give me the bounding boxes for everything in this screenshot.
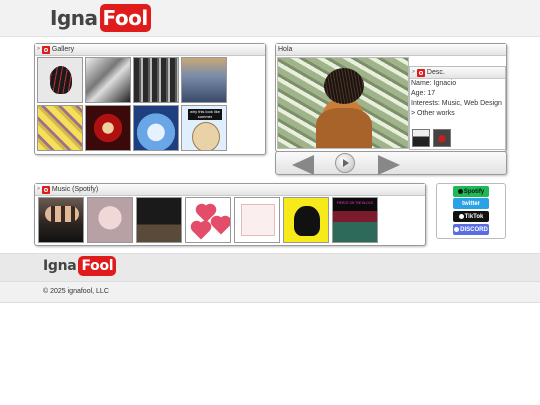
desc-icon bbox=[416, 68, 425, 77]
music-title: Music (Spotify) bbox=[51, 186, 99, 193]
album-cover-2[interactable] bbox=[87, 197, 133, 243]
profile-panel: Hola > Desc. Name: Ignacio Age: 17 Inter… bbox=[275, 43, 507, 152]
gallery-thumb-5[interactable] bbox=[37, 105, 83, 151]
top-header: Igna Fool bbox=[0, 0, 540, 37]
gallery-icon bbox=[41, 45, 50, 54]
collapse-toggle-icon[interactable]: > bbox=[412, 67, 415, 78]
desc-box: > Desc. Name: Ignacio Age: 17 Interests:… bbox=[409, 66, 506, 150]
album-cover-1[interactable] bbox=[38, 197, 84, 243]
tiktok-button[interactable]: TikTok bbox=[453, 211, 489, 222]
footer-logo-text-fool: Fool bbox=[78, 256, 117, 276]
tiktok-label: TikTok bbox=[464, 213, 484, 220]
other-work-thumb-1[interactable] bbox=[412, 129, 430, 147]
album-card-art bbox=[241, 204, 275, 236]
prev-arrow-icon[interactable] bbox=[292, 155, 314, 175]
gallery-panel: > Gallery why this look like summer bbox=[34, 43, 266, 155]
spotify-icon bbox=[457, 189, 463, 194]
gallery-title: Gallery bbox=[51, 46, 75, 53]
gallery-thumb-4[interactable] bbox=[181, 57, 227, 103]
other-work-thumb-2[interactable] bbox=[433, 129, 451, 147]
twitter-label: twitter bbox=[462, 200, 480, 207]
profile-title: Hola bbox=[278, 46, 293, 53]
gallery-header: > Gallery bbox=[35, 44, 265, 56]
thumb-caption: why this look like summer bbox=[188, 109, 222, 120]
album-cover-4[interactable] bbox=[185, 197, 231, 243]
spotify-button[interactable]: Spotify bbox=[453, 186, 489, 197]
site-logo[interactable]: Igna Fool bbox=[50, 4, 151, 32]
discord-button[interactable]: DISCORD bbox=[453, 224, 489, 235]
footer-logo-text-igna: Igna bbox=[43, 258, 77, 274]
heart-icon bbox=[192, 222, 210, 240]
copyright-text: © 2025 ignafool, LLC bbox=[43, 288, 109, 295]
profile-photo bbox=[277, 57, 409, 149]
profile-age: Age: 17 bbox=[411, 90, 436, 97]
profile-interests: Interests: Music, Web Design bbox=[411, 100, 502, 107]
logo-text-fool: Fool bbox=[99, 4, 151, 32]
gallery-grid: why this look like summer bbox=[37, 57, 227, 151]
gallery-thumb-7[interactable] bbox=[133, 105, 179, 151]
album-row: PIERCE ON THE BLOCK bbox=[38, 197, 378, 243]
album-cover-3[interactable] bbox=[136, 197, 182, 243]
social-links-panel: Spotify twitter TikTok DISCORD bbox=[436, 183, 506, 239]
music-header: > Music (Spotify) bbox=[35, 184, 425, 196]
album-cover-7[interactable]: PIERCE ON THE BLOCK bbox=[332, 197, 378, 243]
other-works-label[interactable]: > Other works bbox=[410, 109, 505, 119]
album-cover-text: PIERCE ON THE BLOCK bbox=[336, 201, 374, 205]
music-panel: > Music (Spotify) PIERCE ON THE BLOCK bbox=[34, 183, 426, 246]
discord-icon bbox=[454, 227, 460, 232]
next-arrow-icon[interactable] bbox=[378, 155, 400, 175]
music-icon bbox=[41, 185, 50, 194]
twitter-button[interactable]: twitter bbox=[453, 198, 489, 209]
play-icon[interactable] bbox=[335, 153, 355, 173]
footer-logo[interactable]: Igna Fool bbox=[43, 256, 117, 276]
gallery-thumb-1[interactable] bbox=[37, 57, 83, 103]
copyright-bar: © 2025 ignafool, LLC bbox=[0, 281, 540, 303]
tiktok-icon bbox=[458, 214, 464, 219]
collapse-toggle-icon[interactable]: > bbox=[37, 44, 40, 55]
profile-header: Hola bbox=[276, 44, 506, 56]
gallery-thumb-3[interactable] bbox=[133, 57, 179, 103]
gallery-thumb-6[interactable] bbox=[85, 105, 131, 151]
desc-title: Desc. bbox=[426, 69, 445, 76]
album-cover-5[interactable] bbox=[234, 197, 280, 243]
discord-label: DISCORD bbox=[460, 226, 488, 233]
desc-header: > Desc. bbox=[410, 67, 505, 79]
logo-text-igna: Igna bbox=[50, 6, 98, 30]
album-cover-6[interactable] bbox=[283, 197, 329, 243]
collapse-toggle-icon[interactable]: > bbox=[37, 184, 40, 195]
gallery-thumb-2[interactable] bbox=[85, 57, 131, 103]
profile-name: Name: Ignacio bbox=[411, 80, 457, 87]
heart-icon bbox=[212, 217, 230, 235]
gallery-thumb-8[interactable]: why this look like summer bbox=[181, 105, 227, 151]
media-controls bbox=[275, 151, 507, 175]
spotify-label: Spotify bbox=[463, 188, 485, 195]
